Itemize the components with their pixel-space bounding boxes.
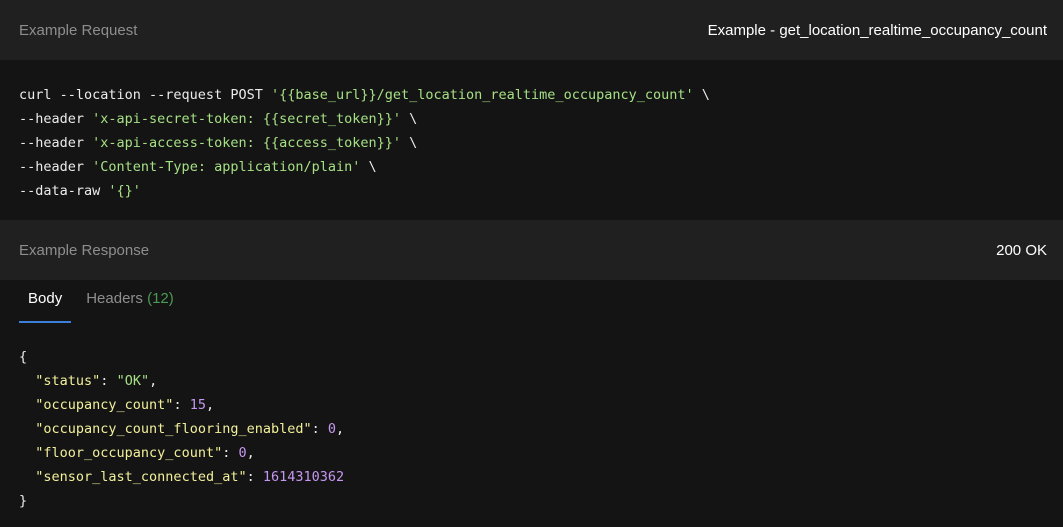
json-key: "occupancy_count" [35, 397, 174, 413]
response-json: { "status": "OK", "occupancy_count": 15,… [0, 323, 1063, 513]
code-command: --header [19, 135, 93, 151]
json-key: "floor_occupancy_count" [35, 445, 223, 461]
code-line: curl --location --request POST '{{base_u… [19, 83, 1044, 107]
json-number-value: 0 [327, 421, 337, 437]
code-line: --header 'x-api-access-token: {{access_t… [19, 131, 1044, 155]
line-continuation: \ [401, 135, 418, 151]
json-line: "occupancy_count_flooring_enabled": 0, [35, 421, 345, 437]
code-command: --data-raw [19, 183, 109, 199]
tab-headers[interactable]: Headers (12) [86, 290, 174, 323]
json-number-value: 1614310362 [262, 469, 345, 485]
code-line: --header 'Content-Type: application/plai… [19, 155, 1044, 179]
code-data-string: '{}' [108, 183, 141, 199]
request-header-label: Example Request [19, 21, 138, 39]
request-header: Example Request Example - get_location_r… [0, 0, 1063, 60]
example-name[interactable]: Example - get_location_realtime_occupanc… [708, 22, 1047, 39]
json-line: "sensor_last_connected_at": 1614310362 [35, 469, 345, 485]
response-header-label: Example Response [19, 241, 150, 259]
code-line: --data-raw '{}' [19, 179, 1044, 203]
json-number-value: 15 [189, 397, 206, 413]
response-header: Example Response 200 OK [0, 220, 1063, 280]
line-continuation: \ [360, 159, 377, 175]
json-number-value: 0 [238, 445, 247, 461]
json-close-brace: } [19, 493, 28, 509]
json-line: "status": "OK", [35, 373, 158, 389]
json-open-brace: { [19, 349, 28, 365]
json-line: "floor_occupancy_count": 0, [35, 445, 255, 461]
code-header-string: 'Content-Type: application/plain' [92, 159, 361, 175]
json-key: "sensor_last_connected_at" [35, 469, 247, 485]
json-key: "occupancy_count_flooring_enabled" [35, 421, 312, 437]
request-code-block: curl --location --request POST '{{base_u… [0, 60, 1063, 220]
tab-body[interactable]: Body [19, 290, 72, 323]
code-command: --header [19, 159, 93, 175]
json-key: "status" [35, 373, 101, 389]
tab-headers-label: Headers [86, 290, 143, 307]
code-line: --header 'x-api-secret-token: {{secret_t… [19, 107, 1044, 131]
code-command: --header [19, 111, 93, 127]
code-header-string: 'x-api-access-token: {{access_token}}' [92, 135, 402, 151]
code-url-string: '{{base_url}}/get_location_realtime_occu… [270, 87, 694, 103]
code-header-string: 'x-api-secret-token: {{secret_token}}' [92, 111, 402, 127]
response-tabs: Body Headers (12) [0, 280, 1063, 323]
line-continuation: \ [401, 111, 418, 127]
line-continuation: \ [693, 87, 710, 103]
json-line: "occupancy_count": 15, [35, 397, 215, 413]
response-body: Body Headers (12) { "status": "OK", "occ… [0, 280, 1063, 527]
code-command: curl --location --request POST [19, 87, 271, 103]
json-string-value: "OK" [116, 373, 150, 389]
status-badge: 200 OK [996, 241, 1047, 259]
headers-count: (12) [147, 290, 174, 307]
